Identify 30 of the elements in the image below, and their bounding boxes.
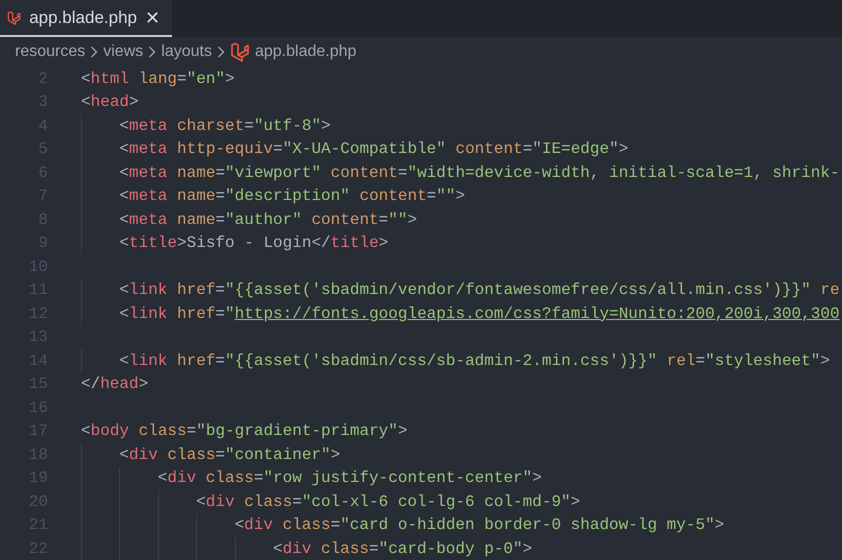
code-line: <div class="row justify-content-center"> [158, 468, 542, 490]
chevron-icon [148, 45, 156, 59]
breadcrumb-item[interactable]: layouts [161, 40, 212, 64]
code-line: <div class="card o-hidden border-0 shadow-lg my-5"> [234, 515, 724, 536]
code-line: <body class="bg-gradient-primary"> [81, 421, 408, 442]
code-line: <meta name="description" content=""> [119, 186, 466, 208]
chevron-icon [90, 45, 98, 59]
code-line: <link href="{{asset('sbadmin/vendor/fontawesomefree/css/all.min.css')}}" re [119, 280, 840, 302]
code-line: <title>Sisfo - Login</title> [119, 233, 388, 254]
code-line: <div class="container"> [119, 444, 340, 466]
code-line: <html lang="en"> [81, 68, 235, 90]
code-line: <link href="https://fonts.googleapis.com/css?family=Nunito:200,200i,300,300 [119, 304, 840, 325]
code-line: </head> [81, 374, 148, 396]
code-line: <meta http-equiv="X-UA-Compatible" content="IE=edge"> [119, 139, 628, 160]
chevron-icon [216, 45, 225, 59]
code-line: <meta name="viewport" content="width=device-width, initial-scale=1, shrink- [119, 162, 840, 184]
breadcrumb-item[interactable]: resources [15, 40, 86, 64]
editor-tab[interactable]: app.blade.php ✕ [0, 0, 172, 37]
code-line: <link href="{{asset('sbadmin/css/sb-admin-2.min.css')}}" rel="stylesheet"> [119, 350, 830, 372]
code-line: <div class="card-body p-0"> [272, 538, 532, 560]
breadcrumb-item[interactable]: app.blade.php [254, 40, 356, 64]
code-line: <div class="col-xl-6 col-lg-6 col-md-9"> [196, 492, 580, 513]
code-line: <meta name="author" content=""> [119, 210, 418, 231]
breadcrumb-item[interactable]: views [103, 40, 144, 64]
tab-label: app.blade.php [29, 6, 137, 29]
close-button[interactable]: ✕ [145, 8, 160, 26]
logo-icon [230, 42, 250, 62]
code-line: <head> [81, 92, 139, 114]
code-line: <meta charset="utf-8"> [119, 116, 331, 137]
code-link[interactable]: https://fonts.googleapis.com/css?family=Nunito:200,200i,300,300 [234, 304, 840, 323]
